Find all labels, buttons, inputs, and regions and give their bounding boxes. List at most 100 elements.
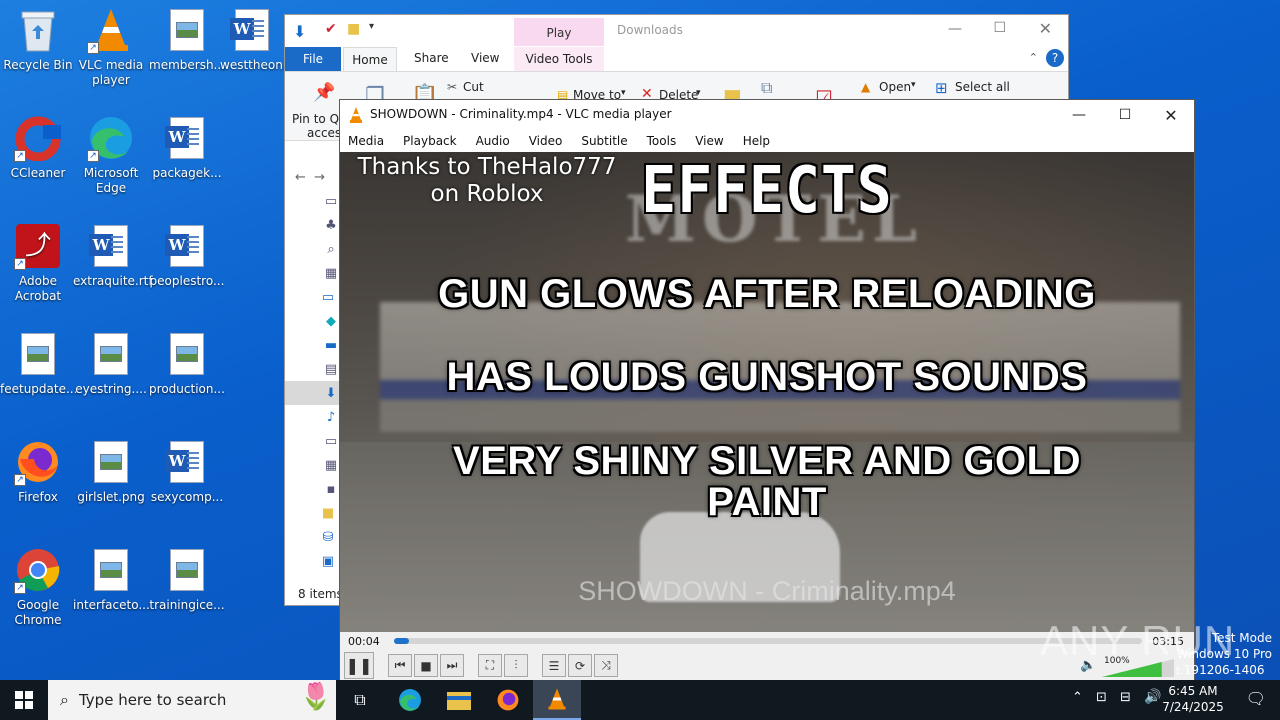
back-arrow-icon[interactable]: ← → [285, 165, 341, 189]
network-icon[interactable]: ⛁ [285, 525, 341, 549]
local-disk-icon[interactable]: ▪ [285, 477, 341, 501]
acrobat-icon: ⤴ ↗ [14, 222, 62, 270]
open-button[interactable]: Open [879, 80, 911, 94]
nav-item-icon[interactable]: ♣ [285, 213, 341, 237]
tab-home[interactable]: Home [343, 47, 397, 71]
documents-icon[interactable]: ▤ [285, 357, 341, 381]
show-hidden-icons-icon[interactable]: ⌃ [1072, 690, 1083, 705]
desktop-icon-girlslet[interactable]: girlslet.png [73, 438, 149, 505]
search-placeholder: Type here to search [78, 691, 227, 709]
previous-button[interactable]: ⏮ [388, 654, 412, 677]
tab-file[interactable]: File [285, 47, 341, 71]
network-tray-icon[interactable]: ⊡ [1096, 690, 1107, 705]
tab-view[interactable]: View [471, 51, 499, 65]
taskbar-search[interactable]: ⌕ Type here to search 🌷 [48, 680, 336, 720]
nav-item-icon[interactable]: ▭ [285, 189, 341, 213]
desktop-icon-packagek[interactable]: W packagek... [149, 114, 225, 181]
taskbar-file-explorer[interactable] [435, 680, 483, 720]
tab-play-context[interactable]: Play [514, 18, 604, 46]
libraries-icon[interactable]: ■ [285, 501, 341, 525]
fullscreen-button[interactable]: ⛶ [478, 654, 502, 677]
menu-subtitle[interactable]: Subtitle [581, 130, 627, 152]
desktop-icon-firefox[interactable]: ↗ Firefox [0, 438, 76, 505]
3d-objects-icon[interactable]: ◆ [285, 309, 341, 333]
start-button[interactable] [0, 680, 48, 720]
task-view-button[interactable]: ⧉ [336, 680, 384, 720]
properties-icon[interactable]: ✔ [325, 21, 337, 37]
notifications-icon[interactable]: 🗨 [1246, 689, 1266, 708]
taskbar-vlc[interactable] [533, 680, 581, 720]
desktop-icon-feetupdate[interactable]: feetupdate... [0, 330, 77, 397]
new-item-icon[interactable]: ⧉ [761, 78, 772, 98]
close-icon[interactable]: ✕ [1039, 19, 1052, 38]
menu-playback[interactable]: Playback [403, 130, 457, 152]
chevron-down-icon: ▾ [621, 88, 626, 98]
tab-share[interactable]: Share [414, 51, 449, 65]
desktop-icon-label: peoplestro... [149, 274, 225, 288]
desktop-icon-recycle-bin[interactable]: Recycle Bin [0, 6, 76, 73]
menu-media[interactable]: Media [348, 130, 384, 152]
playlist-button[interactable]: ☰ [542, 654, 566, 677]
desktop-icon-membersh[interactable]: membersh... [149, 6, 225, 73]
desktop-icon-label: Adobe Acrobat [14, 274, 62, 303]
desktop-nav-icon[interactable]: ▬ [285, 333, 341, 357]
menu-tools[interactable]: Tools [647, 130, 677, 152]
desktop-icon-vlc[interactable]: ↗ VLC media player [73, 6, 149, 88]
desktop-icon-extraquite[interactable]: W extraquite.rtf [73, 222, 153, 289]
minimize-icon[interactable]: — [948, 21, 962, 37]
minimize-button[interactable]: — [1056, 100, 1102, 130]
taskbar-edge[interactable] [386, 680, 434, 720]
cut-button[interactable]: Cut [463, 80, 484, 94]
desktop-icon-ccleaner[interactable]: ↗ CCleaner [0, 114, 76, 181]
vlc-window[interactable]: SHOWDOWN - Criminality.mp4 - VLC media p… [339, 99, 1195, 682]
desktop-icon-interfaceto[interactable]: interfaceto... [73, 546, 150, 613]
desktop-icon-production[interactable]: production... [149, 330, 225, 397]
menu-view[interactable]: View [695, 130, 723, 152]
menu-help[interactable]: Help [743, 130, 770, 152]
pictures-icon[interactable]: ▭ [285, 429, 341, 453]
elapsed-time: 00:04 [348, 635, 380, 648]
downloads-nav-icon[interactable]: ⬇ [285, 381, 341, 405]
minimize-icon: — [1072, 107, 1086, 123]
desktop-icon-sexycomp[interactable]: W sexycomp... [149, 438, 225, 505]
desktop-icon-peoplestro[interactable]: W peoplestro... [149, 222, 225, 289]
nav-item-icon[interactable]: ▦ [285, 261, 341, 285]
clock[interactable]: 6:45 AM 7/24/2025 [1158, 683, 1228, 715]
tab-video-tools[interactable]: Video Tools [514, 47, 604, 71]
video-area[interactable]: MOTEL EFFECTS Thanks to TheHalo777 on Ro… [340, 152, 1194, 632]
shuffle-button[interactable]: ⤨ [594, 654, 618, 677]
taskbar-firefox[interactable] [484, 680, 532, 720]
desktop-icon-edge[interactable]: ↗ Microsoft Edge [73, 114, 149, 196]
next-button[interactable]: ⏭ [440, 654, 464, 677]
maximize-icon[interactable]: ☐ [993, 20, 1006, 36]
desktop-icon-westtheon[interactable]: W westtheon... [220, 6, 284, 73]
music-icon[interactable]: ♪ [285, 405, 341, 429]
collapse-ribbon-icon[interactable]: ⌃ [1029, 51, 1038, 64]
this-pc-icon[interactable]: ▭ [285, 285, 341, 309]
wifi-icon[interactable]: ⊟ [1120, 690, 1131, 705]
quick-access-dropdown-icon[interactable]: ▾ [369, 21, 374, 32]
maximize-button[interactable]: ☐ [1102, 100, 1148, 130]
select-all-button[interactable]: Select all [955, 80, 1010, 94]
close-button[interactable]: ✕ [1148, 100, 1194, 130]
videos-icon[interactable]: ▦ [285, 453, 341, 477]
folder-icon[interactable]: ■ [347, 21, 360, 37]
desktop-icon-trainingice[interactable]: trainingice... [149, 546, 225, 613]
menu-video[interactable]: Video [529, 130, 563, 152]
navigation-pane[interactable]: ← → ▭ ♣ ⌕ ▦ ▭ ◆ ▬ ▤ ⬇ ♪ ▭ ▦ ▪ ■ ⛁ ▣ [285, 165, 341, 605]
nav-item-icon[interactable]: ⌕ [285, 237, 341, 261]
seek-slider[interactable] [394, 638, 1142, 644]
help-icon[interactable]: ? [1046, 49, 1064, 67]
pause-button[interactable]: ❚❚ [344, 652, 374, 679]
desktop-icon-eyestring[interactable]: eyestring.... [73, 330, 149, 397]
desktop-icon-label: packagek... [152, 166, 222, 180]
menu-audio[interactable]: Audio [476, 130, 510, 152]
stop-button[interactable]: ■ [414, 654, 438, 677]
desktop-icon-chrome[interactable]: ↗ Google Chrome [0, 546, 76, 628]
word-doc-icon: W [163, 114, 211, 162]
control-panel-icon[interactable]: ▣ [285, 549, 341, 573]
loop-button[interactable]: ⟳ [568, 654, 592, 677]
extended-settings-button[interactable]: ⫶ [504, 654, 528, 677]
desktop-icon-acrobat[interactable]: ⤴ ↗ Adobe Acrobat [0, 222, 76, 304]
image-file-icon [87, 546, 135, 594]
